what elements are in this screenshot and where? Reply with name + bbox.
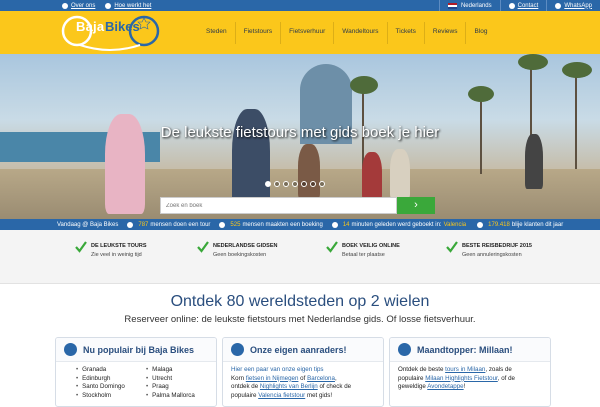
slider-dot[interactable] [301,181,307,187]
topper-card: Maandtopper: Millaan! Ontdek de beste to… [389,337,551,407]
slider-dot[interactable] [265,181,271,187]
top-links: Over ons Hoe werkt het [62,0,161,11]
header: Baja Bikes Steden Fietstours Fietsverhuu… [0,11,600,54]
milan-highlights-link[interactable]: Milaan Highlights Fietstour [425,375,498,382]
mail-icon [508,2,515,9]
pedestrian [525,134,543,189]
popular-card-header: Nu populair bij Baja Bikes [56,338,216,362]
plane-icon [231,343,244,356]
city-link[interactable]: Utrecht [146,375,216,384]
nav-reviews[interactable]: Reviews [423,22,466,44]
cyclist [298,144,320,199]
dutch-flag-icon [447,2,457,9]
avondetappe-link[interactable]: Avondetappe [427,383,463,390]
stat-customers: 179.418 blije klanten dit jaar [477,221,563,228]
nav-fietstours[interactable]: Fietstours [234,22,281,44]
topper-card-header: Maandtopper: Millaan! [390,338,550,362]
city-link[interactable]: Praag [146,383,216,392]
slider-dot[interactable] [274,181,280,187]
stat-last-booking: 14 minuten geleden werd geboekt in: Valenc… [331,221,468,228]
slider-dot[interactable] [319,181,325,187]
top-bar: Over ons Hoe werkt het Nederlands Contac… [0,0,600,11]
location-icon [331,221,338,228]
city-link[interactable]: Santo Domingo [76,383,146,392]
palm-crown [562,62,592,78]
language-selector[interactable]: Nederlands [438,0,500,11]
nijmegen-link[interactable]: fietsen in Nijmegen [246,375,299,382]
slider-dots [265,181,328,187]
logo-text-baja: Baja [76,19,105,34]
search-bar: › [160,197,435,214]
tips-card-header: Onze eigen aanraders! [223,338,383,362]
search-button[interactable]: › [397,197,435,214]
thumbs-up-icon [64,343,77,356]
contact-link[interactable]: Contact [499,0,547,11]
hero-headline: De leukste fietstours met gids boek je h… [160,124,440,141]
stat-tours: 787 mensen doen een tour [127,221,210,228]
people-icon [477,221,484,228]
page-title: Ontdek 80 wereldsteden op 2 wielen [170,293,430,310]
topper-text: Ontdek de beste tours in Milaan, zoals d… [398,366,515,390]
info-icon [105,2,112,9]
city-link[interactable]: Stockholm [76,392,146,401]
top-right-items: Nederlands Contact WhatsApp [438,0,600,11]
berlin-link[interactable]: Nighlights van Berlijn [260,383,318,390]
tips-text: Hier een paar van onze eigen tips Korn f… [231,366,352,399]
tips-card: Onze eigen aanraders! Hier een paar van … [222,337,384,407]
valencia-link[interactable]: Valencia fietstour [258,392,305,399]
palm-crown [350,76,378,94]
hero-banner[interactable]: De leukste fietstours met gids boek je h… [0,54,600,219]
checkmark-icon [197,241,209,253]
city-link[interactable]: Malaga [146,366,216,375]
slider-dot[interactable] [283,181,289,187]
whatsapp-icon [555,2,562,9]
how-it-works-link[interactable]: Hoe werkt het [105,2,151,9]
slider-dot[interactable] [292,181,298,187]
about-link[interactable]: Over ons [62,2,95,9]
nav-fietsverhuur[interactable]: Fietsverhuur [280,22,333,44]
whatsapp-link[interactable]: WhatsApp [546,0,600,11]
barcelona-link[interactable]: Barcelona [307,375,335,382]
nav-blog[interactable]: Blog [465,22,495,44]
slider-dot[interactable] [310,181,316,187]
city-link[interactable]: Granada [76,366,146,375]
logo-text-bikes: Bikes [105,19,140,34]
milan-tours-link[interactable]: tours in Milaan [445,366,485,373]
palm-crown [468,86,494,102]
cyclist [390,149,410,199]
palm-tree [575,69,577,169]
nav-steden[interactable]: Steden [198,22,235,44]
stats-bar: Vandaag @ Baja Bikes 787 mensen doen een … [0,219,600,230]
usp-bar: DE LEUKSTE TOURS Zie veel in weinig tijd… [0,230,600,284]
main-nav: Steden Fietstours Fietsverhuur Wandeltou… [198,22,495,44]
cyclist [362,152,382,200]
palm-crown [518,54,548,70]
popular-city-list: Granada Edinburgh Santo Domingo Stockhol… [56,362,216,400]
bike-icon [127,221,134,228]
calendar-icon [219,221,226,228]
checkmark-icon [75,241,87,253]
people-icon [62,2,68,9]
popular-card: Nu populair bij Baja Bikes Granada Edinb… [55,337,217,407]
calendar-icon [398,343,411,356]
stats-label: Vandaag @ Baja Bikes [57,221,119,228]
search-input[interactable] [160,197,397,214]
logo[interactable]: Baja Bikes [60,13,162,51]
checkmark-icon [326,241,338,253]
city-link[interactable]: Palma Mallorca [146,392,216,401]
page-subtitle: Reserveer online: de leukste fietstours … [124,314,476,325]
city-link[interactable]: Edinburgh [76,375,146,384]
nav-wandeltours[interactable]: Wandeltours [333,22,386,44]
nav-tickets[interactable]: Tickets [386,22,424,44]
checkmark-icon [446,241,458,253]
stat-bookings: 525 mensen maakten een boeking [219,221,323,228]
